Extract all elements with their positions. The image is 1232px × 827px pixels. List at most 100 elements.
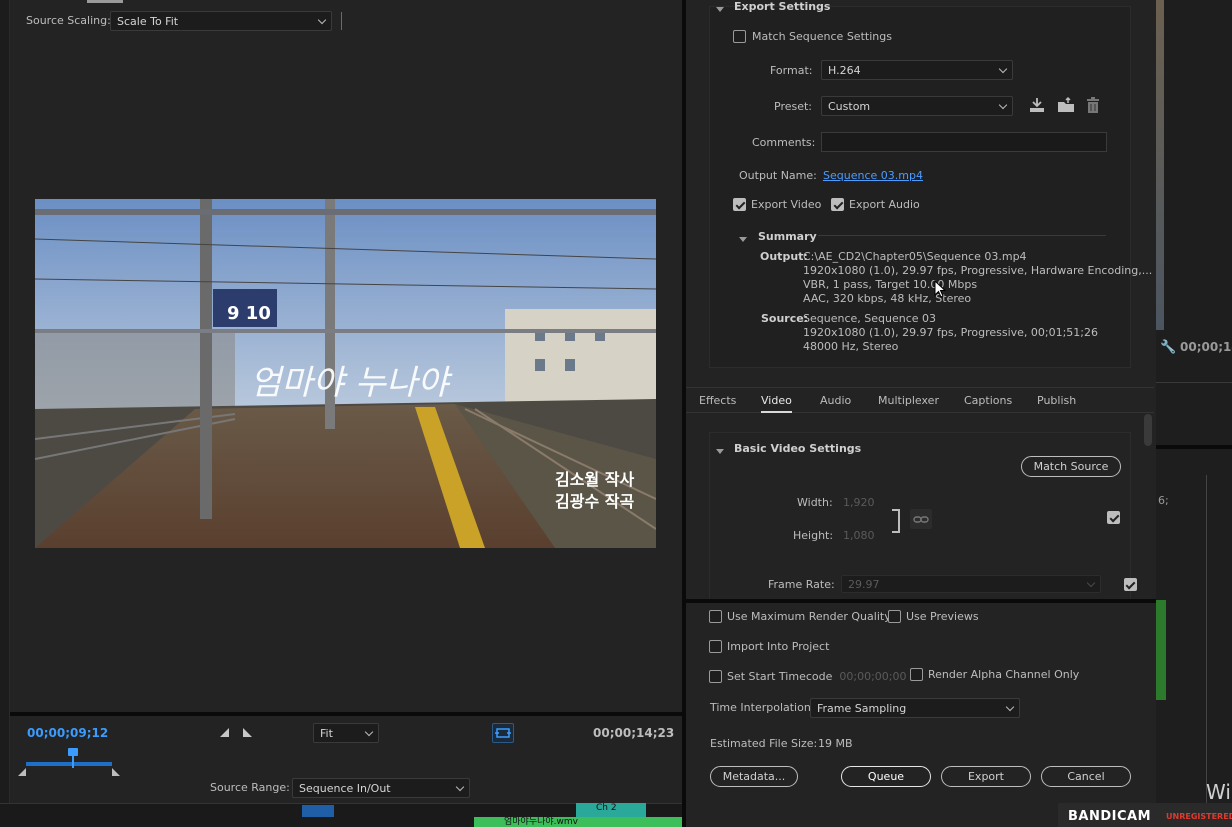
end-timecode: 00;00;14;23 — [593, 726, 675, 740]
frame-rate-override-checkbox[interactable] — [1123, 578, 1137, 591]
out-point-handle[interactable] — [112, 768, 120, 776]
frame-rate-dropdown[interactable]: 29.97 — [841, 575, 1101, 593]
source-scaling-label: Source Scaling: — [26, 14, 111, 27]
match-sequence-option[interactable]: Match Sequence Settings — [733, 30, 892, 43]
chevron-down-icon — [998, 64, 1008, 73]
set-start-timecode-checkbox[interactable] — [709, 670, 722, 683]
chevron-down-icon — [1005, 702, 1015, 711]
export-button[interactable]: Export — [941, 766, 1031, 787]
metadata-button[interactable]: Metadata... — [710, 766, 798, 787]
format-label: Format: — [770, 64, 813, 77]
comments-input[interactable] — [821, 132, 1107, 152]
width-value[interactable]: 1,920 — [843, 496, 875, 509]
queue-button[interactable]: Queue — [841, 766, 931, 787]
monitor-thumbnail — [1156, 0, 1164, 330]
summary-header: Summary — [758, 230, 817, 243]
export-video-checkbox[interactable] — [733, 198, 746, 211]
tab-indicator — [87, 0, 123, 3]
render-alpha-option[interactable]: Render Alpha Channel Only — [910, 668, 1079, 681]
source-scaling-dropdown[interactable]: Scale To Fit — [110, 11, 332, 31]
tabs-top-border — [686, 387, 1154, 388]
delete-preset-icon[interactable] — [1085, 96, 1101, 114]
current-timecode[interactable]: 00;00;09;12 — [27, 726, 108, 740]
bandicam-watermark: BANDICAM UNREGISTERED — [1058, 803, 1232, 827]
preset-dropdown[interactable]: Custom — [821, 96, 1013, 116]
export-audio-checkbox[interactable] — [831, 198, 844, 211]
chevron-down-icon — [317, 15, 327, 24]
height-value[interactable]: 1,080 — [843, 529, 875, 542]
max-render-quality-checkbox[interactable] — [709, 610, 722, 623]
use-previews-checkbox[interactable] — [888, 610, 901, 623]
start-timecode-value[interactable]: 00;00;00;00 — [839, 670, 906, 683]
max-render-quality-label: Use Maximum Render Quality — [727, 610, 891, 623]
basic-video-collapse[interactable] — [716, 444, 724, 457]
summary-source-details: Sequence, Sequence 03 1920x1080 (1.0), 2… — [803, 312, 1098, 354]
import-into-project-checkbox[interactable] — [709, 640, 722, 653]
playhead[interactable] — [68, 748, 79, 768]
time-interpolation-value: Frame Sampling — [817, 701, 907, 715]
format-dropdown[interactable]: H.264 — [821, 60, 1013, 80]
source-range-label: Source Range: — [210, 781, 290, 794]
zoom-value: Fit — [320, 726, 333, 740]
mouse-cursor-icon — [934, 280, 946, 298]
overlay-title: 엄마야 누나야 — [250, 363, 453, 403]
max-render-quality-option[interactable]: Use Maximum Render Quality — [709, 610, 891, 623]
overlay-text-composer: 김광수 작곡 — [555, 492, 634, 511]
tab-multiplexer[interactable]: Multiplexer — [878, 394, 939, 407]
aspect-correction-icon — [495, 728, 511, 738]
tab-publish[interactable]: Publish — [1037, 394, 1076, 407]
summary-collapse[interactable] — [739, 232, 747, 245]
tab-captions[interactable]: Captions — [964, 394, 1012, 407]
use-previews-option[interactable]: Use Previews — [888, 610, 979, 623]
set-start-timecode-option[interactable]: Set Start Timecode 00;00;00;00 — [709, 670, 907, 683]
overlay-text-lyricist: 김소월 작사 — [555, 470, 634, 489]
export-settings-header: Export Settings — [734, 0, 831, 13]
wrench-icon: 🔧 — [1160, 340, 1177, 355]
chevron-down-icon — [739, 237, 747, 242]
summary-output-details: C:\AE_CD2\Chapter05\Sequence 03.mp4 1920… — [803, 250, 1152, 306]
estimated-size-value: 19 MB — [818, 737, 853, 750]
import-into-project-option[interactable]: Import Into Project — [709, 640, 829, 653]
match-sequence-checkbox[interactable] — [733, 30, 746, 43]
dimension-bracket — [892, 509, 900, 533]
panel-separator — [10, 712, 682, 716]
source-range-dropdown[interactable]: Sequence In/Out — [292, 778, 470, 798]
settings-scrollbar[interactable] — [1144, 414, 1152, 446]
set-out-point-icon[interactable] — [243, 728, 252, 737]
use-previews-label: Use Previews — [906, 610, 979, 623]
export-video-option[interactable]: Export Video — [733, 198, 821, 211]
in-point-handle[interactable] — [18, 768, 26, 776]
tab-effects[interactable]: Effects — [699, 394, 736, 407]
dimensions-override-checkbox[interactable] — [1107, 511, 1120, 524]
set-in-point-icon[interactable] — [220, 728, 229, 737]
export-audio-option[interactable]: Export Audio — [831, 198, 920, 211]
timeline-clip-small: Ch 2 — [576, 803, 646, 817]
time-interpolation-label: Time Interpolation: — [710, 701, 815, 714]
output-name-link[interactable]: Sequence 03.mp4 — [823, 169, 923, 182]
preview-panel: Source Scaling: Scale To Fit 9 10 엄마야 누나… — [0, 0, 682, 827]
summary-output-line: VBR, 1 pass, Target 10.00 Mbps — [803, 278, 978, 291]
comments-label: Comments: — [752, 136, 816, 149]
chevron-down-icon — [716, 449, 724, 454]
zoom-dropdown[interactable]: Fit — [313, 723, 379, 743]
audio-meter — [1156, 600, 1166, 700]
match-source-button[interactable]: Match Source — [1021, 456, 1121, 477]
render-alpha-checkbox[interactable] — [910, 668, 923, 681]
summary-output-line: C:\AE_CD2\Chapter05\Sequence 03.mp4 — [803, 250, 1027, 263]
tab-video[interactable]: Video — [761, 394, 792, 413]
background-panel: 🔧 00;00;14 6; Wi — [1156, 0, 1232, 827]
tab-audio[interactable]: Audio — [820, 394, 851, 407]
link-dimensions-button[interactable] — [910, 509, 932, 529]
match-sequence-label: Match Sequence Settings — [752, 30, 892, 43]
timeline-area — [1206, 475, 1232, 805]
chevron-down-icon — [998, 100, 1008, 109]
timeline-timecode-fragment: 6; — [1158, 494, 1169, 507]
save-preset-icon[interactable] — [1028, 96, 1046, 114]
output-name-label: Output Name: — [739, 169, 817, 182]
time-interpolation-dropdown[interactable]: Frame Sampling — [810, 698, 1020, 718]
chevron-down-icon — [716, 7, 724, 12]
cancel-button[interactable]: Cancel — [1041, 766, 1131, 787]
import-preset-icon[interactable] — [1056, 96, 1076, 114]
aspect-ratio-toggle[interactable] — [492, 723, 514, 743]
export-settings-collapse[interactable] — [716, 2, 724, 15]
